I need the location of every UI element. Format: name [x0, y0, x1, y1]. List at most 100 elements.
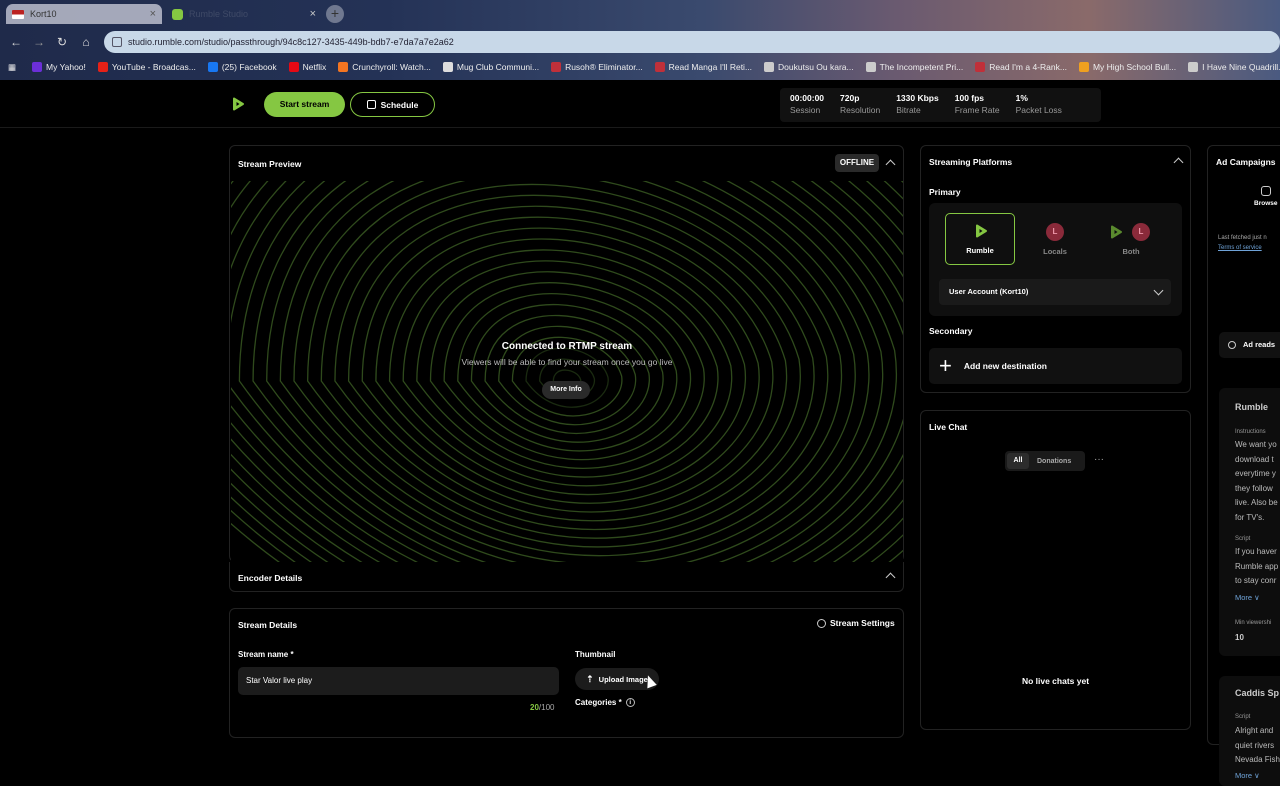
tab-title: Kort10 [30, 9, 57, 19]
bookmark-favicon-icon [207, 62, 218, 72]
preview-ring [457, 292, 678, 452]
bookmark-favicon-icon [338, 62, 349, 72]
preview-ring [252, 181, 884, 562]
collapse-chevron-icon[interactable] [1173, 157, 1184, 168]
more-link[interactable]: More ∨ [1235, 771, 1260, 780]
stat-packet-loss: 1% Packet Loss [1015, 93, 1062, 115]
bookmark-favicon-icon [1188, 62, 1199, 72]
primary-label: Primary [929, 187, 961, 197]
bookmark-item[interactable]: My Yahoo! [32, 62, 86, 72]
stat-bitrate: 1330 Kbps Bitrate [896, 93, 939, 115]
bookmarks-bar: ▦ My Yahoo! YouTube - Broadcas... (25) Fac… [0, 58, 1280, 76]
bookmark-item[interactable]: The Incompetent Pri... [865, 62, 963, 72]
stream-settings-button[interactable]: Stream Settings [817, 618, 895, 628]
bookmark-item[interactable]: Read I'm a 4-Rank... [975, 62, 1067, 72]
connected-subtext: Viewers will be able to find your stream… [461, 357, 673, 367]
encoder-details-panel[interactable]: Encoder Details [229, 562, 904, 592]
ad-script: Alright and quiet rivers Nevada Fish [1235, 726, 1280, 764]
stream-preview-panel: Stream Preview OFFLINE Connected to RTMP… [229, 145, 904, 562]
start-stream-button[interactable]: Start stream [264, 92, 345, 117]
stream-name-input[interactable]: Star Valor live play [238, 667, 559, 695]
forward-icon[interactable]: → [31, 34, 47, 50]
ad-instructions: We want yo download t everytime y they foll… [1235, 440, 1278, 522]
stream-details-title: Stream Details [238, 620, 298, 630]
platform-option-both[interactable]: L Both [1096, 213, 1166, 265]
ad-card-caddis[interactable]: Caddis Sp Script Alright and quiet rivers… [1219, 676, 1280, 786]
flag-icon [12, 9, 24, 19]
char-counter: 20/100 [530, 703, 555, 712]
secondary-label: Secondary [929, 326, 973, 336]
bookmark-favicon-icon [654, 62, 665, 72]
bookmark-item[interactable]: Netflix [288, 62, 326, 72]
bookmark-favicon-icon [1078, 62, 1089, 72]
apps-icon[interactable]: ▦ [8, 62, 16, 73]
stream-preview-title: Stream Preview [238, 159, 302, 169]
more-info-button[interactable]: More Info [542, 381, 590, 399]
status-badge: OFFLINE [835, 154, 879, 172]
browser-chrome: Kort10 × Rumble Studio × + ← → ↻ ⌂ studi… [0, 0, 1280, 80]
ad-reads-button[interactable]: Ad reads [1219, 332, 1280, 358]
bookmark-favicon-icon [865, 62, 876, 72]
tab-all[interactable]: All [1007, 453, 1029, 469]
plus-icon: + [939, 353, 952, 378]
bookmark-item[interactable]: I Have Nine Quadrill... [1188, 62, 1280, 72]
terms-of-service-link[interactable]: Terms of service [1218, 245, 1262, 251]
schedule-label: Schedule [380, 99, 419, 110]
bookmark-item[interactable]: Doukutsu Ou kara... [764, 62, 854, 72]
back-icon[interactable]: ← [8, 34, 24, 50]
live-chat-panel: Live Chat All Donations ··· No live chat… [920, 410, 1191, 730]
rumble-studio-app: Start stream Schedule 00:00:00 Session 72… [0, 80, 1280, 786]
preview-ring [279, 181, 856, 562]
user-account-select[interactable]: User Account (Kort10) [939, 279, 1171, 305]
close-tab-icon[interactable]: × [310, 8, 316, 20]
rumble-logo-icon[interactable] [231, 97, 245, 111]
tab-donations[interactable]: Donations [1037, 458, 1071, 465]
bookmark-item[interactable]: Mug Club Communi... [442, 62, 539, 72]
info-icon[interactable]: i [625, 698, 635, 708]
streaming-platforms-title: Streaming Platforms [929, 157, 1013, 167]
collapse-chevron-icon[interactable] [885, 159, 896, 170]
encoder-details-title: Encoder Details [238, 573, 303, 583]
address-bar[interactable]: studio.rumble.com/studio/passthrough/94c… [104, 31, 1280, 53]
bookmark-item[interactable]: YouTube - Broadcas... [97, 62, 196, 72]
bookmark-item[interactable]: My High School Bull... [1078, 62, 1176, 72]
bookmark-item[interactable]: Read Manga I'll Reti... [654, 62, 752, 72]
bookmark-favicon-icon [975, 62, 986, 72]
reload-icon[interactable]: ↻ [54, 34, 70, 50]
close-tab-icon[interactable]: × [150, 8, 156, 20]
browser-tab-rumble-studio[interactable]: Rumble Studio × [166, 4, 322, 24]
browse-button[interactable]: Browse [1254, 186, 1277, 207]
ad-campaigns-panel: Ad Campaigns Browse Last fetched just n … [1207, 145, 1280, 786]
connected-heading: Connected to RTMP stream [501, 341, 633, 352]
browser-tab-kort10[interactable]: Kort10 × [6, 4, 162, 24]
preview-stage: Connected to RTMP stream Viewers will be… [231, 181, 903, 562]
site-info-icon[interactable] [112, 37, 122, 47]
stat-frame-rate: 100 fps Frame Rate [954, 93, 1000, 115]
more-link[interactable]: More ∨ [1235, 593, 1260, 602]
stream-details-panel: Stream Details Stream Settings Stream na… [229, 608, 904, 738]
more-options-icon[interactable]: ··· [1094, 454, 1104, 465]
bookmark-item[interactable]: (25) Facebook [207, 62, 277, 72]
ad-campaigns-title: Ad Campaigns [1216, 157, 1276, 167]
preview-rings-graphic [231, 181, 903, 562]
platform-option-rumble[interactable]: Rumble [945, 213, 1015, 265]
new-tab-button[interactable]: + [326, 5, 344, 23]
bookmark-item[interactable]: Crunchyroll: Watch... [338, 62, 431, 72]
chat-filter-tabs: All Donations [1005, 451, 1085, 471]
ad-card-rumble[interactable]: Rumble Instructions We want yo download t… [1219, 388, 1280, 656]
studio-topbar: Start stream Schedule 00:00:00 Session 72… [0, 80, 1280, 128]
last-fetched-text: Last fetched just n [1218, 235, 1267, 241]
platform-option-locals[interactable]: L Locals [1020, 213, 1090, 265]
thumbnail-label: Thumbnail [575, 650, 616, 659]
bookmark-favicon-icon [551, 62, 562, 72]
home-icon[interactable]: ⌂ [78, 34, 94, 50]
collapse-chevron-icon[interactable] [885, 572, 896, 583]
bookmark-item[interactable]: Rusoh® Eliminator... [551, 62, 643, 72]
schedule-button[interactable]: Schedule [350, 92, 435, 117]
categories-label: Categories * i [575, 698, 635, 708]
link-icon [1228, 341, 1236, 349]
add-destination-button[interactable]: + Add new destination [929, 348, 1182, 384]
gear-icon [817, 618, 826, 628]
locals-logo-icon: L [1132, 223, 1150, 241]
calendar-icon [366, 100, 376, 109]
